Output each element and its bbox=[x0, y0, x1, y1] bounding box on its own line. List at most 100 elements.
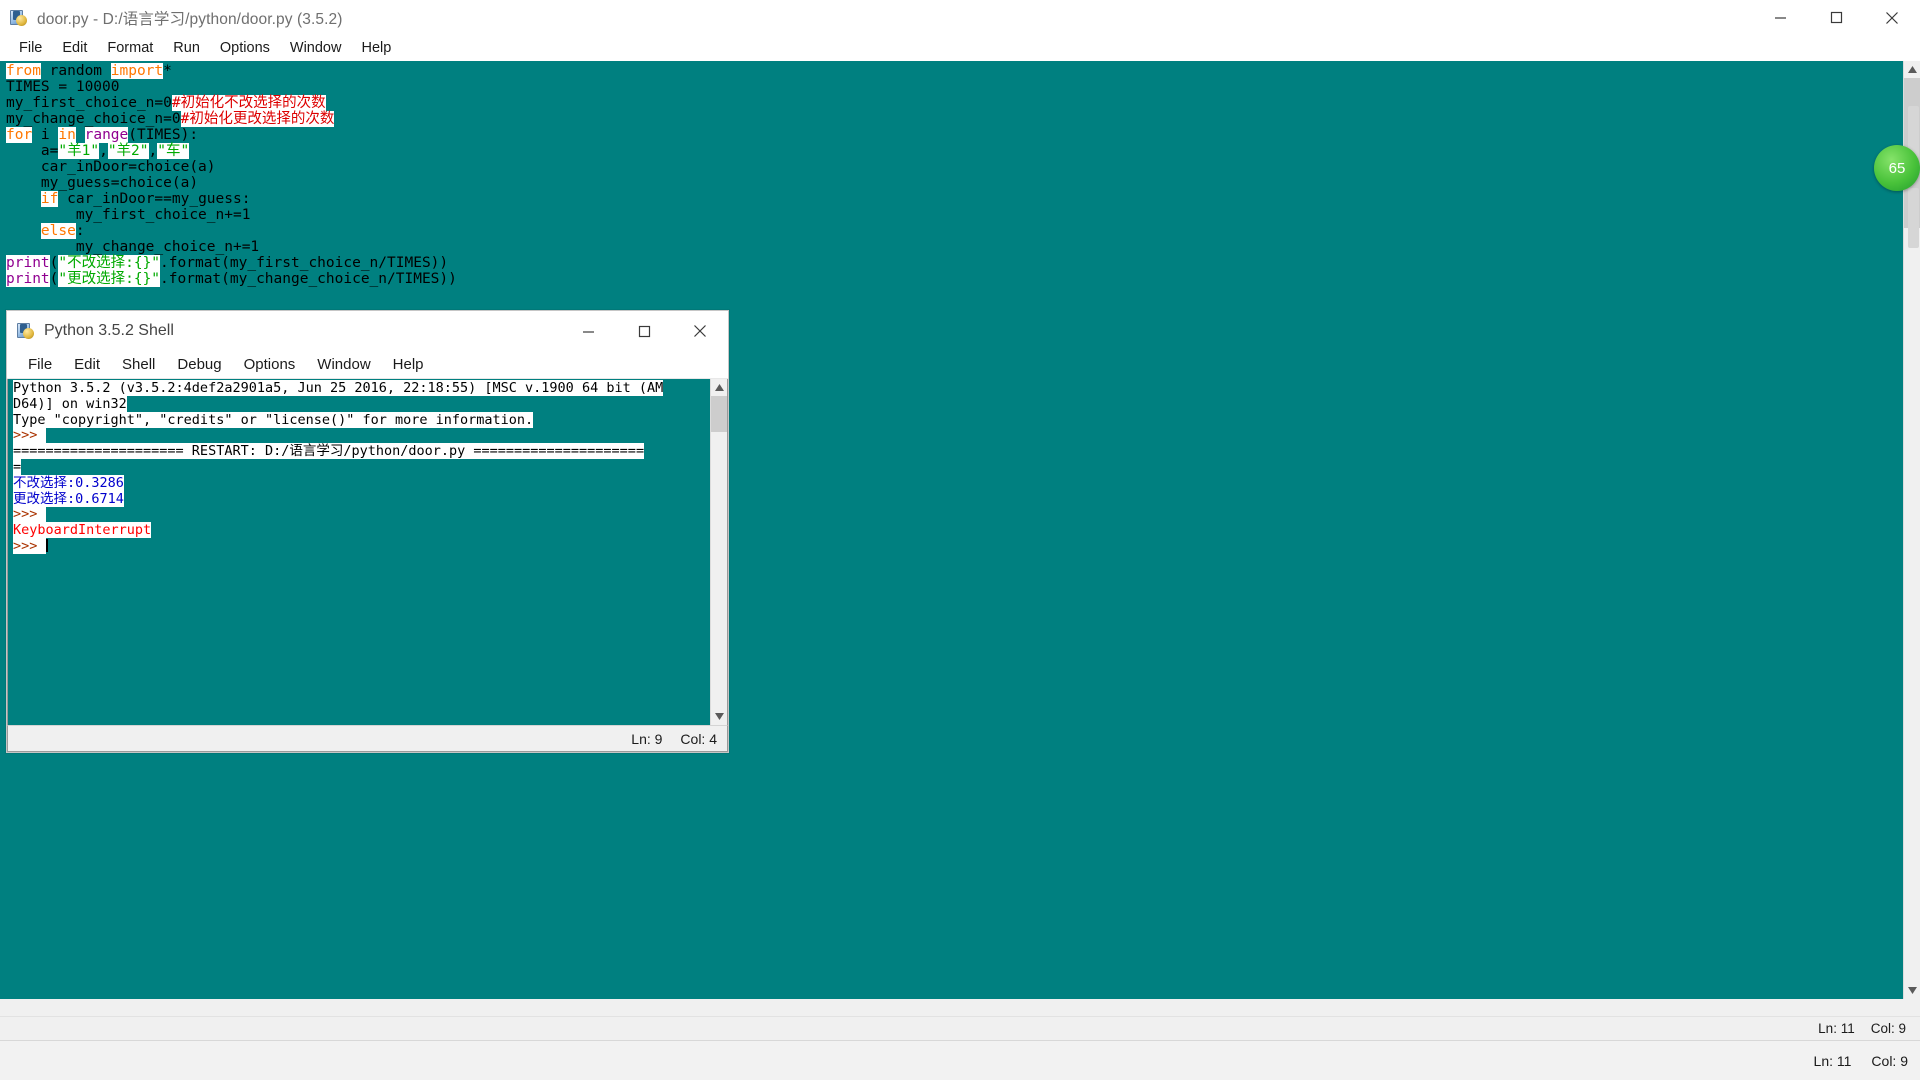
menu-help[interactable]: Help bbox=[351, 38, 401, 58]
shell-token-plain: Type "copyright", "credits" or "license(… bbox=[13, 411, 534, 428]
code-line: my_guess=choice(a) bbox=[6, 175, 1903, 191]
code-token-cmt: #初始化不改选择的次数 bbox=[171, 95, 326, 111]
code-line: from random import* bbox=[6, 63, 1903, 79]
code-token-plain: my_change_choice_n+=1 bbox=[6, 239, 260, 255]
code-token-plain: * bbox=[163, 63, 172, 79]
code-line: if car_inDoor==my_guess: bbox=[6, 191, 1903, 207]
code-token-plain: a= bbox=[6, 143, 59, 159]
shell-titlebar[interactable]: Python 3.5.2 Shell bbox=[7, 311, 728, 351]
menu-format[interactable]: Format bbox=[97, 38, 163, 58]
shell-scroll-thumb[interactable] bbox=[711, 396, 727, 432]
shell-menu-options[interactable]: Options bbox=[233, 354, 307, 375]
shell-menu-window[interactable]: Window bbox=[306, 354, 381, 375]
taskbar: Ln: 11 Col: 9 bbox=[0, 1040, 1920, 1080]
text-caret bbox=[45, 538, 48, 552]
shell-line: 更改选择:0.6714 bbox=[13, 490, 710, 508]
taskbar-col-indicator: Col: 9 bbox=[1871, 1052, 1908, 1069]
shell-token-plain: = bbox=[13, 458, 22, 475]
code-token-str: "车" bbox=[157, 143, 190, 159]
taskbar-status-group: Ln: 11 Col: 9 bbox=[1794, 1053, 1920, 1069]
shell-line-indicator: Ln: 9 bbox=[631, 730, 663, 747]
python-idle-icon bbox=[9, 8, 29, 28]
python-idle-icon bbox=[16, 321, 36, 341]
code-token-plain: my_guess=choice(a) bbox=[6, 175, 199, 191]
maximize-icon[interactable] bbox=[616, 314, 672, 349]
editor-window-controls bbox=[1752, 0, 1920, 35]
shell-col-indicator: Col: 4 bbox=[680, 730, 717, 747]
menu-file[interactable]: File bbox=[9, 38, 52, 58]
code-line: my_change_choice_n=0#初始化更改选择的次数 bbox=[6, 111, 1903, 127]
shell-menu-shell[interactable]: Shell bbox=[111, 354, 166, 375]
shell-token-out: 不改选择:0.3286 bbox=[13, 474, 124, 491]
code-token-plain: my_change_choice_n=0 bbox=[6, 111, 181, 127]
shell-menu-debug[interactable]: Debug bbox=[166, 354, 232, 375]
code-token-plain: my_first_choice_n=0 bbox=[6, 95, 172, 111]
close-icon[interactable] bbox=[1864, 0, 1920, 35]
shell-line: Python 3.5.2 (v3.5.2:4def2a2901a5, Jun 2… bbox=[13, 380, 710, 397]
minimize-icon[interactable] bbox=[1752, 0, 1808, 35]
shell-menu-help[interactable]: Help bbox=[382, 354, 435, 375]
code-line: print("不改选择:{}".format(my_first_choice_n… bbox=[6, 255, 1903, 271]
code-token-plain: , bbox=[99, 143, 108, 159]
maximize-icon[interactable] bbox=[1808, 0, 1864, 35]
python-shell-window: Python 3.5.2 Shell File Edit Shell Debug… bbox=[6, 310, 729, 753]
code-token-plain: TIMES = 10000 bbox=[6, 79, 120, 95]
scroll-up-arrow-icon[interactable] bbox=[711, 379, 727, 396]
shell-line: >>> bbox=[13, 537, 710, 555]
menu-edit[interactable]: Edit bbox=[52, 38, 97, 58]
code-token-kw: for bbox=[6, 127, 33, 143]
code-token-plain: i bbox=[32, 127, 59, 143]
shell-line: KeyboardInterrupt bbox=[13, 522, 710, 539]
floating-score-badge[interactable]: 65 bbox=[1874, 145, 1920, 191]
code-token-kw: import bbox=[110, 63, 164, 79]
code-token-cmt: #初始化更改选择的次数 bbox=[180, 111, 335, 127]
edge-scroll-chunk[interactable] bbox=[1908, 188, 1919, 248]
menu-run[interactable]: Run bbox=[163, 38, 210, 58]
code-token-plain: .format(my_first_choice_n/TIMES)) bbox=[160, 255, 449, 271]
code-token-str: "更改选择:{}" bbox=[58, 271, 161, 287]
minimize-icon[interactable] bbox=[560, 314, 616, 349]
code-token-bi: range bbox=[84, 127, 129, 143]
shell-body: Python 3.5.2 (v3.5.2:4def2a2901a5, Jun 2… bbox=[7, 379, 728, 725]
code-line: print("更改选择:{}".format(my_change_choice_… bbox=[6, 271, 1903, 287]
shell-scroll-track[interactable] bbox=[711, 396, 727, 708]
taskbar-line-indicator: Ln: 11 bbox=[1813, 1052, 1852, 1069]
close-icon[interactable] bbox=[672, 314, 728, 349]
editor-statusbar: Ln: 11 Col: 9 bbox=[0, 1016, 1920, 1040]
editor-horizontal-scrollbar[interactable] bbox=[0, 999, 1920, 1016]
code-token-kw: in bbox=[58, 127, 76, 143]
scroll-up-arrow-icon[interactable] bbox=[1904, 61, 1920, 78]
editor-line-indicator: Ln: 11 bbox=[1818, 1021, 1855, 1036]
shell-line: 不改选择:0.3286 bbox=[13, 474, 710, 492]
code-token-plain: , bbox=[148, 143, 158, 159]
code-token-kw: if bbox=[40, 191, 59, 207]
code-line: a="羊1","羊2","车" bbox=[6, 143, 1903, 159]
code-line: car_inDoor=choice(a) bbox=[6, 159, 1903, 175]
shell-menu-edit[interactable]: Edit bbox=[63, 354, 111, 375]
menu-window[interactable]: Window bbox=[280, 38, 352, 58]
menu-options[interactable]: Options bbox=[210, 38, 280, 58]
code-line: else: bbox=[6, 223, 1903, 239]
shell-output-area[interactable]: Python 3.5.2 (v3.5.2:4def2a2901a5, Jun 2… bbox=[8, 379, 710, 725]
code-token-plain: car_inDoor==my_guess: bbox=[58, 191, 251, 207]
code-token-plain: (TIMES): bbox=[128, 127, 199, 143]
code-line: my_change_choice_n+=1 bbox=[6, 239, 1903, 255]
shell-vertical-scrollbar[interactable] bbox=[710, 379, 727, 725]
code-token-plain: : bbox=[75, 223, 85, 239]
shell-token-out: 更改选择:0.6714 bbox=[13, 490, 124, 507]
shell-line: >>> bbox=[13, 506, 710, 523]
scroll-down-arrow-icon[interactable] bbox=[711, 708, 727, 725]
shell-token-prompt: >>> bbox=[13, 506, 46, 523]
code-token-bi: print bbox=[6, 271, 50, 287]
scroll-down-arrow-icon[interactable] bbox=[1904, 982, 1920, 999]
shell-menu-file[interactable]: File bbox=[17, 354, 63, 375]
shell-token-plain: ===================== RESTART: D:/语言学习/p… bbox=[13, 443, 645, 460]
code-token-plain: car_inDoor=choice(a) bbox=[6, 159, 216, 175]
editor-titlebar[interactable]: door.py - D:/语言学习/python/door.py (3.5.2) bbox=[0, 0, 1920, 35]
code-token-kw: else bbox=[40, 223, 76, 239]
shell-line: >>> bbox=[13, 427, 710, 444]
editor-menubar: File Edit Format Run Options Window Help bbox=[0, 35, 1920, 61]
code-line: my_first_choice_n+=1 bbox=[6, 207, 1903, 223]
shell-menubar: File Edit Shell Debug Options Window Hel… bbox=[7, 351, 728, 379]
code-line: for i in range(TIMES): bbox=[6, 127, 1903, 143]
